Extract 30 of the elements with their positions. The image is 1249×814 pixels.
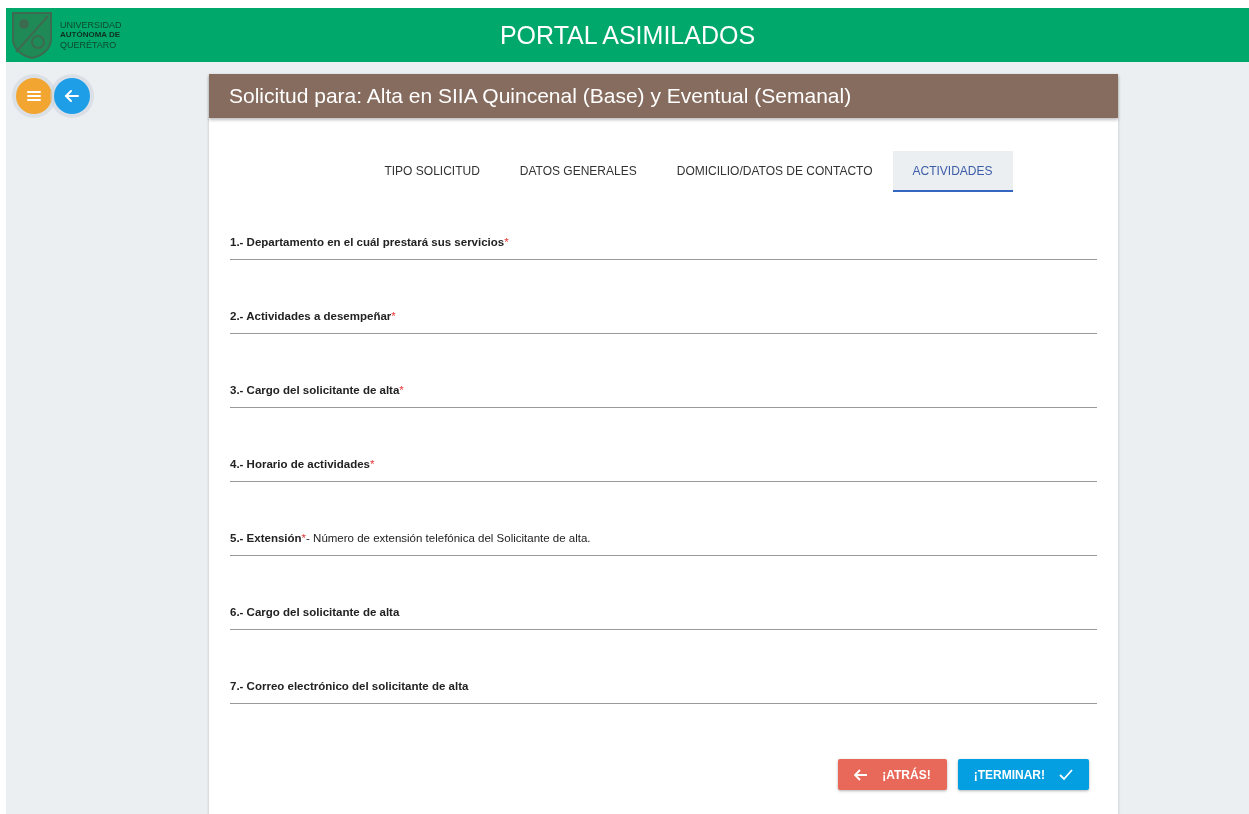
arrow-left-icon	[854, 768, 869, 781]
field-label: 4.- Horario de actividades*	[230, 458, 375, 470]
menu-icon	[26, 89, 42, 103]
input-field[interactable]: 6.- Cargo del solicitante de alta	[230, 556, 1097, 630]
field-label: 5.- Extensión*- Número de extensión telefónica del Solicitante de alta.	[230, 532, 591, 544]
input-field[interactable]: 7.- Correo electrónico del solicitante de alta	[230, 630, 1097, 704]
menu-button[interactable]	[16, 78, 52, 114]
portal-title: PORTAL ASIMILADOS	[499, 20, 756, 50]
input-field[interactable]: 1.- Departamento en el cuál prestará sus servicios*	[230, 210, 1097, 260]
input-field[interactable]: 3.- Cargo del solicitante de alta*	[230, 334, 1097, 408]
input-field[interactable]: 2.- Actividades a desempeñar*	[230, 260, 1097, 334]
back-button[interactable]	[54, 78, 90, 114]
field-label: 3.- Cargo del solicitante de alta*	[230, 384, 404, 396]
field-label: 1.- Departamento en el cuál prestará sus servicios*	[230, 236, 509, 248]
arrow-left-icon	[64, 89, 80, 103]
input-field[interactable]: 4.- Horario de actividades*	[230, 408, 1097, 482]
tab[interactable]: DOMICILIO/DATOS DE CONTACTO	[656, 151, 893, 192]
logo-text: UNIVERSIDAD	[60, 20, 122, 30]
check-icon	[1059, 768, 1073, 781]
tab[interactable]: ACTIVIDADES	[892, 151, 1013, 192]
tab[interactable]: TIPO SOLICITUD	[364, 151, 500, 192]
crest-logo	[10, 10, 54, 60]
field-label: 2.- Actividades a desempeñar*	[230, 310, 396, 322]
field-label: 6.- Cargo del solicitante de alta	[230, 606, 400, 618]
logo-text: QUERÉTARO	[60, 40, 118, 50]
logo-text: AUTÓNOMA DE	[60, 30, 122, 40]
form-title: Solicitud para: Alta en SIIA Quincenal (Base) y Eventual (Semanal)	[209, 74, 1118, 118]
field-label: 7.- Correo electrónico del solicitante de alta	[230, 680, 469, 692]
input-field[interactable]: 5.- Extensión*- Número de extensión telefónica del Solicitante de alta.	[230, 482, 1097, 556]
tab[interactable]: DATOS GENERALES	[499, 151, 657, 192]
